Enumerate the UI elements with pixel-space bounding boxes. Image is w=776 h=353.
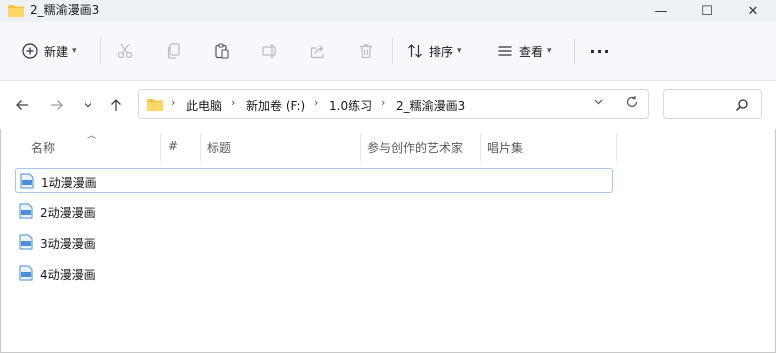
column-divider[interactable] bbox=[480, 133, 481, 161]
column-name[interactable]: 名称 bbox=[31, 139, 55, 156]
recent-locations-button[interactable] bbox=[78, 95, 98, 115]
new-label: 新建 bbox=[44, 44, 69, 59]
rename-icon bbox=[262, 44, 276, 58]
view-button[interactable]: 查看 ▾ bbox=[497, 39, 552, 63]
copy-icon bbox=[167, 43, 180, 59]
sort-button[interactable]: 排序 ▾ bbox=[407, 39, 462, 63]
share-icon bbox=[310, 45, 324, 59]
breadcrumb-chevron-icon: › bbox=[314, 96, 319, 109]
column-album[interactable]: 唱片集 bbox=[487, 139, 523, 156]
copy-button[interactable] bbox=[166, 39, 182, 63]
chevron-down-icon: ▾ bbox=[547, 46, 552, 56]
column-title[interactable]: 标题 bbox=[207, 139, 231, 156]
video-file-icon bbox=[20, 173, 34, 189]
cut-icon bbox=[117, 43, 133, 59]
breadcrumb-current-folder[interactable]: 2_糯渝漫画3 bbox=[396, 97, 465, 114]
address-row: › 此电脑 › 新加卷 (F:) › 1.0练习 › 2_糯渝漫画3 bbox=[0, 81, 776, 129]
breadcrumb-chevron-icon: › bbox=[231, 96, 236, 109]
paste-button[interactable] bbox=[214, 39, 230, 63]
file-row[interactable]: 3动漫漫画 bbox=[15, 230, 613, 255]
file-row[interactable]: 1动漫漫画 bbox=[15, 168, 613, 193]
delete-button[interactable] bbox=[358, 39, 374, 63]
divider bbox=[392, 38, 393, 64]
plus-circle-icon bbox=[22, 43, 38, 59]
breadcrumb-chevron-icon: › bbox=[381, 96, 386, 109]
column-number[interactable]: # bbox=[168, 139, 178, 153]
divider bbox=[574, 38, 575, 64]
view-icon bbox=[498, 46, 512, 56]
file-row[interactable]: 4动漫漫画 bbox=[15, 261, 613, 286]
sort-label: 排序 bbox=[429, 44, 454, 59]
refresh-icon bbox=[626, 96, 638, 108]
close-button[interactable]: ✕ bbox=[730, 0, 776, 22]
forward-button[interactable] bbox=[47, 95, 67, 115]
breadcrumb-drive[interactable]: 新加卷 (F:) bbox=[246, 97, 305, 114]
maximize-button[interactable]: ☐ bbox=[684, 0, 730, 22]
column-contributing-artists[interactable]: 参与创作的艺术家 bbox=[367, 139, 463, 156]
rename-button[interactable] bbox=[262, 39, 278, 63]
chevron-down-icon bbox=[84, 103, 92, 108]
view-label: 查看 bbox=[519, 44, 544, 59]
file-row[interactable]: 2动漫漫画 bbox=[15, 199, 613, 224]
file-name: 2动漫漫画 bbox=[40, 206, 96, 220]
back-button[interactable] bbox=[12, 95, 32, 115]
column-divider[interactable] bbox=[616, 133, 617, 161]
search-input[interactable] bbox=[663, 89, 762, 119]
column-divider[interactable] bbox=[360, 133, 361, 161]
column-divider[interactable] bbox=[160, 133, 161, 161]
breadcrumb-practice[interactable]: 1.0练习 bbox=[329, 97, 372, 114]
command-bar: 新建 ▾ 排序 ▾ 查看 ▾ ··· bbox=[0, 22, 776, 81]
chevron-down-icon: ▾ bbox=[72, 46, 77, 56]
video-file-icon bbox=[19, 265, 33, 281]
chevron-down-icon bbox=[594, 99, 603, 105]
refresh-button[interactable] bbox=[625, 95, 639, 113]
folder-icon bbox=[147, 99, 163, 111]
address-bar[interactable]: › 此电脑 › 新加卷 (F:) › 1.0练习 › 2_糯渝漫画3 bbox=[138, 89, 649, 119]
file-name: 3动漫漫画 bbox=[40, 237, 96, 251]
divider bbox=[100, 38, 101, 64]
share-button[interactable] bbox=[310, 39, 326, 63]
column-header-row: 名称 # 标题 参与创作的艺术家 唱片集 bbox=[0, 133, 776, 161]
column-divider[interactable] bbox=[200, 133, 201, 161]
window-title: 2_糯渝漫画3 bbox=[30, 3, 100, 17]
folder-icon bbox=[8, 5, 24, 17]
up-button[interactable] bbox=[106, 95, 126, 115]
file-name: 4动漫漫画 bbox=[40, 268, 96, 282]
new-button[interactable]: 新建 ▾ bbox=[22, 39, 77, 63]
sort-icon bbox=[408, 44, 422, 58]
arrow-left-icon bbox=[16, 100, 28, 110]
title-bar: 2_糯渝漫画3 — ☐ ✕ bbox=[0, 0, 776, 22]
minimize-button[interactable]: — bbox=[638, 0, 684, 22]
delete-icon bbox=[360, 44, 372, 59]
file-name: 1动漫漫画 bbox=[41, 176, 97, 190]
video-file-icon bbox=[19, 234, 33, 250]
arrow-right-icon bbox=[51, 100, 63, 110]
paste-icon bbox=[215, 43, 229, 59]
more-options-button[interactable]: ··· bbox=[589, 39, 610, 63]
breadcrumb-this-pc[interactable]: 此电脑 bbox=[186, 97, 222, 114]
breadcrumb-chevron-icon: › bbox=[171, 96, 176, 109]
address-dropdown-button[interactable] bbox=[593, 96, 604, 110]
video-file-icon bbox=[19, 203, 33, 219]
search-icon bbox=[735, 99, 748, 112]
chevron-down-icon: ▾ bbox=[457, 46, 462, 56]
cut-button[interactable] bbox=[117, 39, 133, 63]
arrow-up-icon bbox=[111, 99, 121, 111]
